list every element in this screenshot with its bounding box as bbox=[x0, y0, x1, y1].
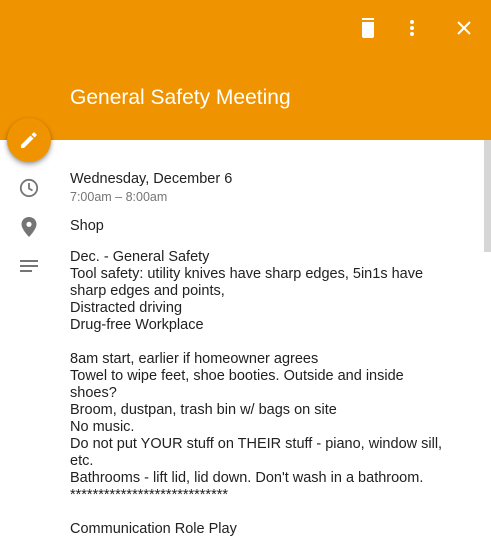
description-line: Tool safety: utility knives have sharp e… bbox=[70, 266, 424, 282]
description-line: Towel to wipe feet, shoe booties. Outsid… bbox=[70, 368, 404, 384]
description-line bbox=[70, 504, 470, 521]
description-line bbox=[70, 334, 470, 351]
description-line: etc. bbox=[70, 453, 94, 469]
trash-icon bbox=[362, 18, 374, 38]
close-icon bbox=[457, 21, 471, 35]
delete-button[interactable] bbox=[356, 16, 380, 40]
event-description: Dec. - General Safety Tool safety: utili… bbox=[70, 249, 470, 538]
pencil-icon bbox=[21, 132, 37, 148]
description-line: No music. bbox=[70, 419, 135, 435]
event-date: Wednesday, December 6 bbox=[70, 171, 233, 187]
description-line: Communication Role Play bbox=[70, 521, 237, 537]
description-line: **************************** bbox=[70, 487, 228, 503]
event-location: Shop bbox=[70, 218, 104, 234]
description-line: Broom, dustpan, trash bin w/ bags on sit… bbox=[70, 402, 337, 418]
description-line: sharp edges and points, bbox=[70, 283, 225, 299]
description-line: Distracted driving bbox=[70, 300, 183, 316]
description-line: Do not put YOUR stuff on THEIR stuff - p… bbox=[70, 436, 443, 452]
event-time: 7:00am – 8:00am bbox=[70, 190, 168, 204]
more-vert-icon bbox=[410, 20, 414, 36]
description-line: Dec. - General Safety bbox=[70, 249, 210, 265]
description-line: Bathrooms - lift lid, lid down. Don't wa… bbox=[70, 470, 424, 486]
edit-event-button[interactable] bbox=[7, 118, 51, 162]
close-button[interactable] bbox=[452, 16, 476, 40]
event-header: General Safety Meeting bbox=[0, 0, 491, 140]
description-line: Drug-free Workplace bbox=[70, 317, 204, 333]
description-line: shoes? bbox=[70, 385, 117, 401]
scrollbar-thumb[interactable] bbox=[484, 140, 491, 252]
event-title: General Safety Meeting bbox=[70, 86, 291, 109]
notes-icon bbox=[17, 254, 41, 278]
clock-icon bbox=[17, 176, 41, 200]
description-line: 8am start, earlier if homeowner agrees bbox=[70, 351, 319, 367]
location-pin-icon bbox=[17, 215, 41, 239]
more-options-button[interactable] bbox=[400, 16, 424, 40]
event-details-dialog: General Safety Meeting Wednesday, Decemb… bbox=[0, 0, 491, 538]
